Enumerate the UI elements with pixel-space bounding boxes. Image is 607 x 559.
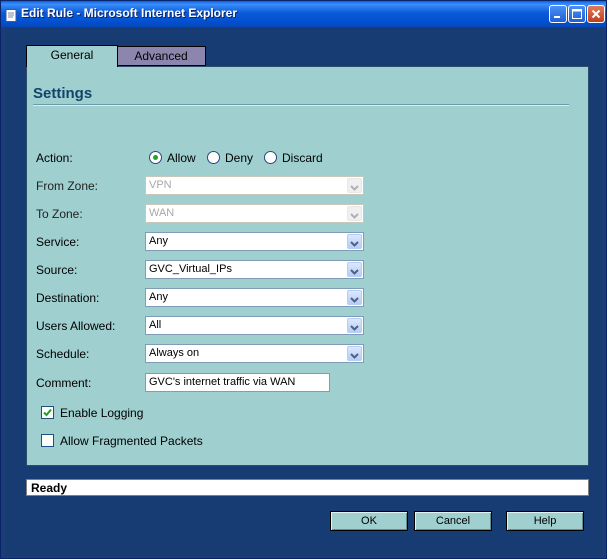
chevron-down-icon xyxy=(347,178,362,193)
status-text: Ready xyxy=(31,481,68,495)
enable-logging-checkbox[interactable] xyxy=(41,406,54,419)
enable-logging-label[interactable]: Enable Logging xyxy=(60,406,143,420)
action-allow-label[interactable]: Allow xyxy=(167,151,196,165)
from-zone-label: From Zone: xyxy=(36,179,99,193)
users-allowed-select[interactable]: All xyxy=(145,316,364,335)
users-allowed-label: Users Allowed: xyxy=(36,319,116,333)
destination-select[interactable]: Any xyxy=(145,288,364,307)
chevron-down-icon[interactable] xyxy=(347,234,362,249)
comment-label: Comment: xyxy=(36,376,92,390)
maximize-icon xyxy=(572,9,582,19)
source-select[interactable]: GVC_Virtual_IPs xyxy=(145,260,364,279)
tab-general[interactable]: General xyxy=(26,45,118,67)
cancel-button[interactable]: Cancel xyxy=(414,511,492,531)
action-deny-radio[interactable] xyxy=(207,151,220,164)
comment-value: GVC's internet traffic via WAN xyxy=(149,376,296,388)
source-value: GVC_Virtual_IPs xyxy=(149,263,232,275)
destination-label: Destination: xyxy=(36,291,100,305)
tab-advanced[interactable]: Advanced xyxy=(116,46,206,66)
minimize-icon xyxy=(554,16,560,18)
chevron-down-icon[interactable] xyxy=(347,318,362,333)
chevron-down-icon xyxy=(347,206,362,221)
chevron-down-icon[interactable] xyxy=(347,290,362,305)
action-allow-radio[interactable] xyxy=(149,151,162,164)
status-bar: Ready xyxy=(26,479,589,496)
maximize-button[interactable] xyxy=(568,5,586,23)
close-button[interactable] xyxy=(587,5,605,23)
action-discard-label[interactable]: Discard xyxy=(282,151,323,165)
checkmark-icon xyxy=(43,408,52,417)
settings-divider xyxy=(33,104,569,106)
service-value: Any xyxy=(149,235,168,247)
title-bar[interactable]: Edit Rule - Microsoft Internet Explorer xyxy=(1,1,606,27)
from-zone-value: VPN xyxy=(149,179,172,191)
to-zone-select: WAN xyxy=(145,204,364,223)
chevron-down-icon[interactable] xyxy=(347,262,362,277)
ie-window: Edit Rule - Microsoft Internet Explorer … xyxy=(0,0,607,559)
ie-page-icon xyxy=(5,7,18,22)
service-label: Service: xyxy=(36,235,80,249)
dialog-client-area: General Advanced Settings Action: Allow … xyxy=(5,27,602,556)
window-title: Edit Rule - Microsoft Internet Explorer xyxy=(21,6,238,20)
ok-button[interactable]: OK xyxy=(330,511,408,531)
settings-heading: Settings xyxy=(33,85,93,102)
minimize-button[interactable] xyxy=(549,5,567,23)
action-deny-label[interactable]: Deny xyxy=(225,151,253,165)
service-select[interactable]: Any xyxy=(145,232,364,251)
schedule-label: Schedule: xyxy=(36,347,90,361)
help-button[interactable]: Help xyxy=(506,511,584,531)
close-icon xyxy=(591,9,601,19)
action-discard-radio[interactable] xyxy=(264,151,277,164)
allow-fragmented-packets-label[interactable]: Allow Fragmented Packets xyxy=(60,434,203,448)
to-zone-label: To Zone: xyxy=(36,207,83,221)
destination-value: Any xyxy=(149,291,168,303)
radio-selected-dot xyxy=(153,155,158,160)
schedule-value: Always on xyxy=(149,347,200,359)
schedule-select[interactable]: Always on xyxy=(145,344,364,363)
users-allowed-value: All xyxy=(149,319,162,331)
to-zone-value: WAN xyxy=(149,207,175,219)
comment-input[interactable]: GVC's internet traffic via WAN xyxy=(145,373,330,392)
source-label: Source: xyxy=(36,263,78,277)
action-label: Action: xyxy=(36,151,73,165)
general-tab-panel: Settings Action: Allow Deny Discard From… xyxy=(26,66,589,466)
allow-fragmented-packets-checkbox[interactable] xyxy=(41,434,54,447)
from-zone-select: VPN xyxy=(145,176,364,195)
chevron-down-icon[interactable] xyxy=(347,346,362,361)
